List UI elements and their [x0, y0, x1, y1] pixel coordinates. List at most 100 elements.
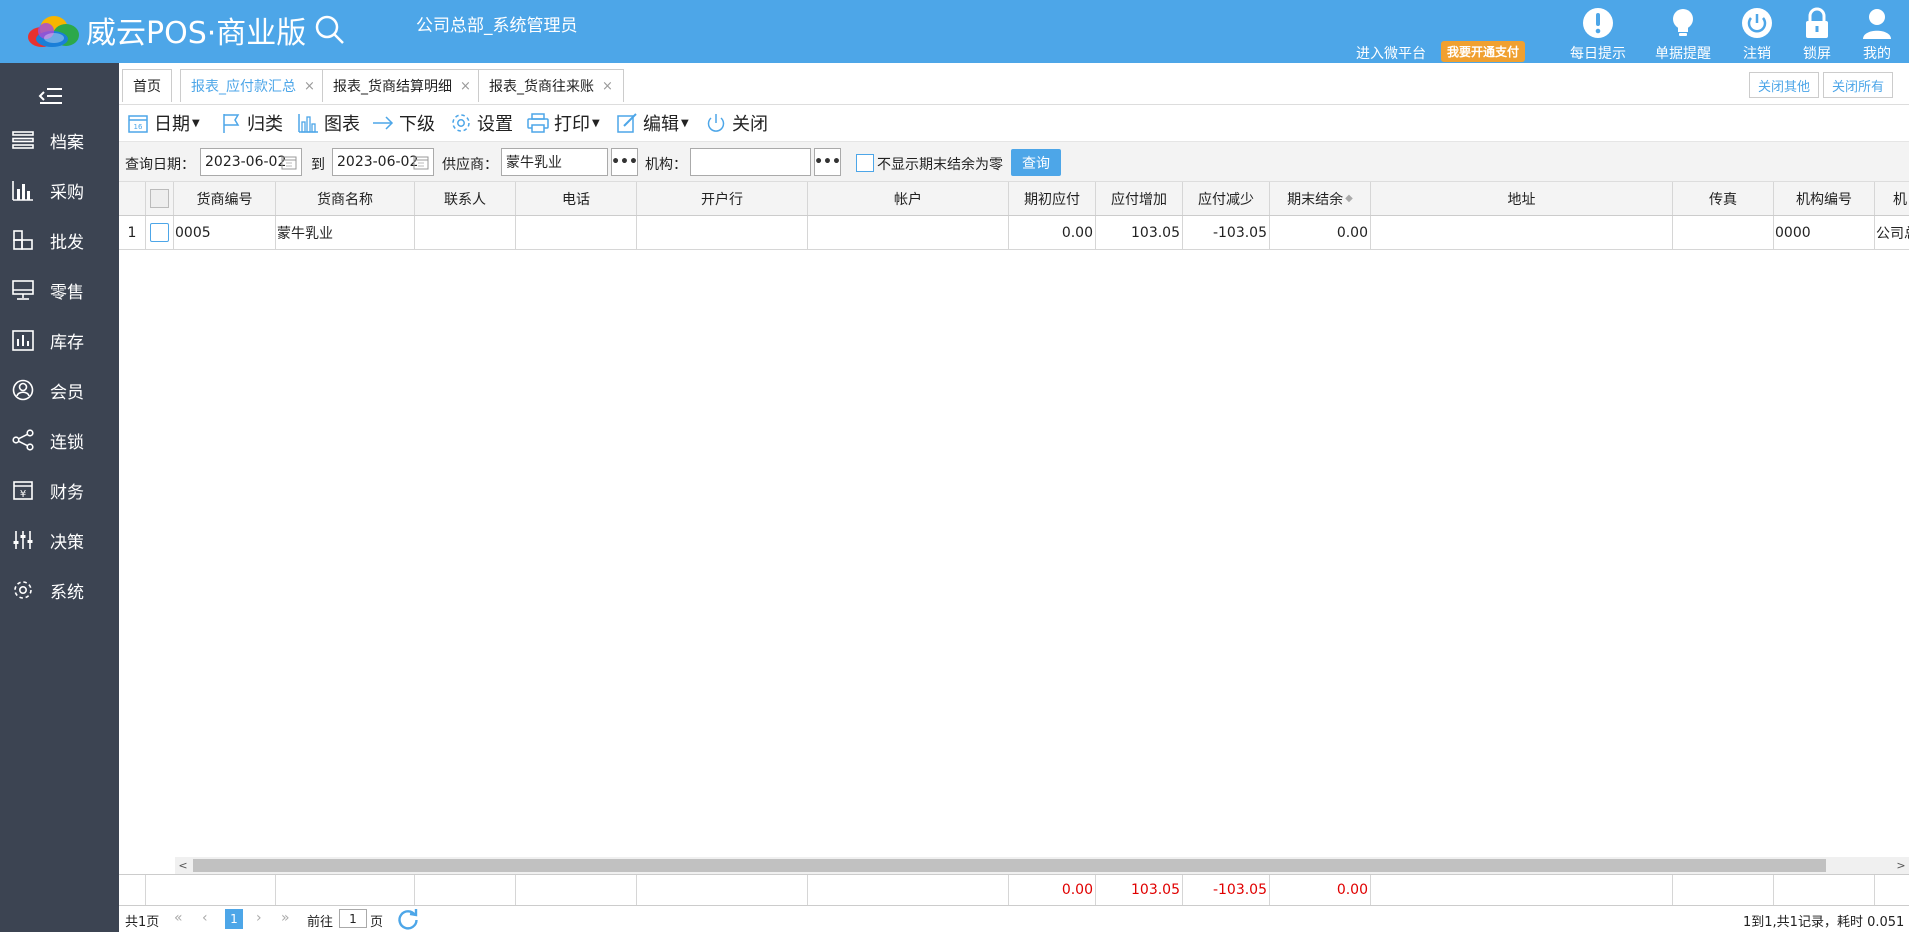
sidebar-item-retail[interactable]: 零售 — [0, 272, 119, 308]
column-header-sorted[interactable]: 期末结余 ◆ — [1270, 182, 1371, 215]
column-header[interactable]: 电话 — [516, 182, 637, 215]
chevron-down-icon: ▼ — [592, 117, 600, 129]
pager: 共1页 « ‹ 1 › » 前往 1 页 1到1,共1记录，耗时 0.051 — [119, 906, 1909, 932]
wechat-platform-link[interactable]: 进入微平台 — [1356, 43, 1426, 63]
query-button[interactable]: 查询 — [1011, 149, 1061, 176]
last-page-icon[interactable]: » — [281, 910, 290, 926]
select-all-checkbox[interactable] — [150, 189, 169, 208]
settings-button[interactable]: 设置 — [450, 109, 513, 137]
sidebar-item-member[interactable]: 会员 — [0, 372, 119, 408]
table-row[interactable]: 1 0005 蒙牛乳业 0.00 103.05 -103.05 0.00 000… — [119, 216, 1909, 250]
sidebar-item-label: 库存 — [50, 332, 84, 353]
first-page-icon[interactable]: « — [174, 910, 183, 926]
print-button[interactable]: 打印 ▼ — [527, 109, 600, 137]
hide-zero-checkbox[interactable] — [856, 154, 874, 172]
column-header[interactable]: 货商名称 — [276, 182, 415, 215]
column-header[interactable]: 地址 — [1371, 182, 1673, 215]
payable-decrease-cell: -103.05 — [1183, 216, 1270, 249]
close-icon[interactable]: × — [460, 79, 471, 94]
bar-chart-icon — [12, 181, 33, 201]
document-reminder-button[interactable]: 单据提醒 — [1651, 6, 1715, 63]
sidebar-item-finance[interactable]: ¥ 财务 — [0, 472, 119, 508]
tab-payables-summary[interactable]: 报表_应付款汇总 × — [180, 69, 326, 102]
sidebar-item-system[interactable]: 系统 — [0, 572, 119, 608]
calendar-icon[interactable] — [281, 155, 297, 170]
logout-label: 注销 — [1743, 46, 1771, 62]
scroll-right-icon[interactable]: > — [1893, 857, 1909, 874]
close-icon[interactable]: × — [304, 79, 315, 94]
scroll-left-icon[interactable]: < — [175, 857, 191, 874]
org-input[interactable] — [690, 148, 811, 176]
edit-button[interactable]: 编辑 ▼ — [616, 109, 689, 137]
tab-home[interactable]: 首页 — [122, 69, 172, 102]
column-header[interactable]: 期初应付 — [1009, 182, 1096, 215]
column-header[interactable]: 应付减少 — [1183, 182, 1270, 215]
sidebar-item-purchase[interactable]: 采购 — [0, 172, 119, 208]
horizontal-scrollbar[interactable]: < > — [175, 857, 1909, 874]
sidebar-item-decision[interactable]: 决策 — [0, 522, 119, 558]
sidebar-item-label: 系统 — [50, 582, 84, 603]
tab-supplier-ledger[interactable]: 报表_货商往来账 × — [478, 69, 624, 102]
cloud-logo-icon — [24, 11, 82, 49]
enable-payment-badge[interactable]: 我要开通支付 — [1441, 41, 1526, 62]
next-page-icon[interactable]: › — [256, 910, 262, 926]
close-others-button[interactable]: 关闭其他 — [1749, 72, 1820, 98]
collapse-menu-icon[interactable] — [37, 83, 63, 109]
logout-button[interactable]: 注销 — [1725, 6, 1789, 63]
share-icon — [12, 429, 34, 451]
column-header[interactable]: 应付增加 — [1096, 182, 1183, 215]
lock-screen-button[interactable]: 锁屏 — [1785, 6, 1849, 63]
my-profile-button[interactable]: 我的 — [1845, 6, 1909, 63]
row-number-header — [119, 182, 146, 215]
hide-zero-label: 不显示期末结余为零 — [877, 157, 1003, 173]
sidebar-item-label: 采购 — [50, 182, 84, 203]
drilldown-button[interactable]: 下级 — [372, 109, 435, 137]
goto-page-input[interactable]: 1 — [339, 909, 367, 928]
sidebar-item-chain[interactable]: 连锁 — [0, 422, 119, 458]
sort-icon[interactable]: ◆ — [1345, 193, 1353, 204]
column-header[interactable]: 帐户 — [808, 182, 1009, 215]
date-to-input[interactable]: 2023-06-02 — [332, 148, 434, 176]
supplier-picker-button[interactable]: ••• — [611, 148, 638, 176]
daily-tips-button[interactable]: 每日提示 — [1566, 6, 1630, 63]
column-header[interactable]: 开户行 — [637, 182, 808, 215]
row-select[interactable] — [146, 216, 174, 249]
date-button[interactable]: 16 日期 ▼ — [127, 109, 200, 137]
column-header[interactable]: 货商编号 — [174, 182, 276, 215]
prev-page-icon[interactable]: ‹ — [202, 910, 208, 926]
select-all-header[interactable] — [146, 182, 174, 215]
tab-supplier-settlement[interactable]: 报表_货商结算明细 × — [322, 69, 482, 102]
exclamation-icon — [1583, 8, 1613, 38]
org-picker-button[interactable]: ••• — [814, 148, 841, 176]
calendar-icon[interactable] — [413, 155, 429, 170]
chart-button[interactable]: 图表 — [297, 109, 360, 137]
current-page-button[interactable]: 1 — [225, 909, 243, 929]
sidebar-item-wholesale[interactable]: 批发 — [0, 222, 119, 258]
column-header[interactable]: 机构编号 — [1774, 182, 1875, 215]
column-header[interactable]: 机 — [1875, 182, 1909, 215]
record-summary: 1到1,共1记录，耗时 0.051 — [1743, 915, 1905, 930]
date-from-input[interactable]: 2023-06-02 — [200, 148, 302, 176]
column-header[interactable]: 联系人 — [415, 182, 516, 215]
search-icon[interactable] — [314, 14, 346, 46]
app-logo[interactable]: 威云POS·商业版 — [24, 8, 346, 52]
sidebar-item-archive[interactable]: 档案 — [0, 122, 119, 158]
report-toolbar: 16 日期 ▼ 归类 图表 下级 设置 打印 ▼ 编辑 ▼ 关闭 — [119, 105, 1909, 142]
totals-row: 0.00 103.05 -103.05 0.00 — [119, 874, 1909, 906]
close-report-button[interactable]: 关闭 — [705, 109, 768, 137]
refresh-icon[interactable] — [396, 907, 420, 931]
scrollbar-thumb[interactable] — [193, 859, 1826, 872]
date-label: 日期 — [154, 114, 190, 135]
row-checkbox[interactable] — [150, 223, 169, 242]
supplier-input[interactable]: 蒙牛乳业 — [501, 148, 608, 176]
column-header[interactable]: 传真 — [1673, 182, 1774, 215]
sidebar-item-inventory[interactable]: 库存 — [0, 322, 119, 358]
phone-cell — [516, 216, 637, 249]
close-icon[interactable]: × — [602, 79, 613, 94]
payables-grid: 货商编号 货商名称 联系人 电话 开户行 帐户 期初应付 应付增加 应付减少 期… — [119, 182, 1909, 860]
chevron-down-icon: ▼ — [681, 117, 689, 129]
drilldown-label: 下级 — [399, 114, 435, 135]
category-button[interactable]: 归类 — [220, 109, 283, 137]
totals-spacer — [146, 875, 276, 905]
close-all-button[interactable]: 关闭所有 — [1823, 72, 1894, 98]
